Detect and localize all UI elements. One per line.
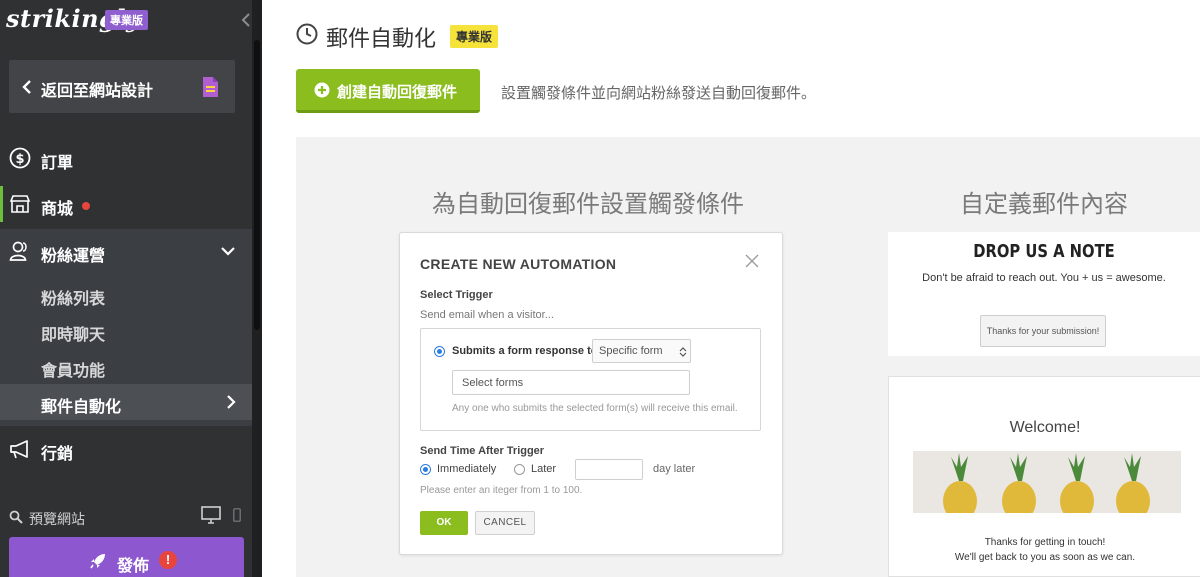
pro-badge: 專業版 bbox=[105, 10, 148, 30]
back-to-site-design-button[interactable]: 返回至網站設計 bbox=[9, 60, 235, 113]
sidebar-item-label: 粉絲運營 bbox=[41, 248, 106, 265]
publish-button[interactable]: 發佈 ! bbox=[9, 537, 244, 577]
immediately-radio[interactable] bbox=[420, 464, 431, 475]
chevron-right-icon bbox=[227, 395, 236, 409]
email-body-line-2: We'll get back to you as soon as we can. bbox=[954, 552, 1136, 563]
sidebar-subitem-label: 會員功能 bbox=[41, 363, 106, 380]
forms-hint: Any one who submits the selected form(s)… bbox=[452, 403, 738, 414]
select-forms-input[interactable] bbox=[452, 370, 690, 395]
sidebar-scrollbar[interactable] bbox=[254, 40, 260, 330]
form-type-value: Specific form bbox=[599, 345, 663, 357]
create-description: 設置觸發條件並向網站粉絲發送自動回復郵件。 bbox=[501, 85, 817, 102]
immediately-label: Immediately bbox=[437, 463, 497, 475]
create-automation-button[interactable]: 創建自動回復郵件 bbox=[296, 69, 480, 113]
chevron-down-icon bbox=[221, 247, 235, 256]
sidebar-item-label: 訂單 bbox=[41, 155, 74, 172]
email-body-line-1: Thanks for getting in touch! bbox=[984, 537, 1106, 548]
pineapple-2 bbox=[1002, 453, 1036, 513]
select-arrows-icon bbox=[679, 347, 687, 357]
form-response-radio[interactable] bbox=[434, 346, 445, 357]
sidebar-item-label: 商城 bbox=[41, 201, 74, 218]
sidebar-item-fans[interactable]: 粉絲運營 bbox=[0, 229, 252, 273]
integer-hint: Please enter an itеger from 1 to 100. bbox=[420, 485, 583, 496]
search-icon bbox=[9, 510, 23, 524]
sidebar-subitem-fan-list[interactable]: 粉絲列表 bbox=[0, 276, 252, 312]
email-preview-card: Welcome! Thanks for getting in touch! We… bbox=[888, 376, 1200, 577]
publish-label: 發佈 bbox=[117, 558, 150, 575]
pineapple-image bbox=[913, 451, 1181, 513]
dollar-circle-icon: $ bbox=[9, 147, 31, 169]
desktop-icon[interactable] bbox=[201, 506, 221, 524]
cancel-label: CANCEL bbox=[483, 517, 527, 528]
active-indicator bbox=[0, 186, 3, 222]
email-welcome-title: Welcome! bbox=[1009, 419, 1081, 436]
form-preview-card: DROP US A NOTE Don't be afraid to reach … bbox=[888, 232, 1200, 356]
mobile-icon[interactable] bbox=[233, 508, 241, 522]
sidebar-subitem-email-automation[interactable]: 郵件自動化 bbox=[0, 384, 252, 420]
submits-form-label: Submits a form response to bbox=[452, 345, 598, 357]
document-icon bbox=[203, 77, 218, 97]
sidebar-subitem-label: 粉絲列表 bbox=[41, 291, 106, 308]
store-icon bbox=[9, 195, 31, 213]
svg-text:$: $ bbox=[15, 152, 24, 167]
send-when-label: Send email when a visitor... bbox=[420, 309, 554, 321]
trigger-heading: 為自動回復郵件設置觸發條件 bbox=[432, 191, 744, 218]
notification-dot bbox=[82, 202, 90, 210]
ok-label: OK bbox=[436, 517, 452, 528]
trigger-box: Submits a form response to Specific form… bbox=[420, 328, 761, 431]
sidebar-subitem-label: 即時聊天 bbox=[41, 327, 106, 344]
clock-icon bbox=[296, 23, 318, 45]
pineapple-4 bbox=[1116, 453, 1150, 513]
create-automation-dialog: CREATE NEW AUTOMATION Select Trigger Sen… bbox=[399, 232, 783, 555]
select-trigger-label: Select Trigger bbox=[420, 289, 493, 301]
fans-group: 粉絲運營 粉絲列表 即時聊天 會員功能 郵件自動化 bbox=[0, 229, 252, 426]
form-type-select[interactable]: Specific form bbox=[592, 339, 691, 363]
preview-site-link[interactable]: 預覽網站 bbox=[0, 502, 252, 532]
day-later-label: day later bbox=[653, 463, 696, 475]
sidebar-item-orders[interactable]: $ 訂單 bbox=[0, 136, 252, 180]
sidebar-item-label: 行銷 bbox=[41, 446, 74, 463]
plus-circle-icon bbox=[314, 82, 330, 98]
preview-site-label: 預覽網站 bbox=[29, 511, 85, 527]
content-heading: 自定義郵件內容 bbox=[960, 191, 1128, 218]
create-automation-label: 創建自動回復郵件 bbox=[337, 84, 458, 101]
logo-row: strikingly 專業版 bbox=[0, 0, 252, 40]
pineapple-illustration bbox=[943, 453, 1150, 513]
card-title: DROP US A NOTE bbox=[973, 241, 1115, 262]
sidebar-item-marketing[interactable]: 行銷 bbox=[0, 427, 252, 471]
days-input[interactable] bbox=[575, 459, 643, 480]
ok-button[interactable]: OK bbox=[420, 511, 468, 535]
sidebar-item-store[interactable]: 商城 bbox=[0, 182, 252, 226]
send-time-label: Send Time After Trigger bbox=[420, 445, 545, 457]
page-title: 郵件自動化 bbox=[326, 26, 437, 51]
card-subtitle: Don't be afraid to reach out. You + us =… bbox=[922, 272, 1166, 284]
back-label: 返回至網站設計 bbox=[41, 83, 154, 100]
submission-thanks-button: Thanks for your submission! bbox=[980, 315, 1106, 347]
close-icon[interactable] bbox=[744, 253, 760, 269]
pro-badge: 專業版 bbox=[450, 25, 499, 48]
pineapple-3 bbox=[1060, 453, 1094, 513]
pineapple-1 bbox=[943, 453, 977, 513]
cancel-button[interactable]: CANCEL bbox=[475, 511, 535, 535]
rocket-icon bbox=[90, 554, 105, 569]
sidebar-subitem-live-chat[interactable]: 即時聊天 bbox=[0, 312, 252, 348]
megaphone-icon bbox=[10, 440, 28, 459]
sidebar-subitem-label: 郵件自動化 bbox=[41, 399, 122, 416]
later-radio[interactable] bbox=[514, 464, 525, 475]
sidebar: strikingly 專業版 返回至網站設計 $ 訂單 商城 粉絲運營 粉絲列表… bbox=[0, 0, 262, 577]
chevron-left-icon bbox=[22, 80, 31, 94]
later-label: Later bbox=[531, 463, 557, 475]
user-icon bbox=[9, 241, 27, 261]
dialog-title: CREATE NEW AUTOMATION bbox=[420, 256, 617, 272]
sidebar-subitem-membership[interactable]: 會員功能 bbox=[0, 348, 252, 384]
publish-warning-badge: ! bbox=[159, 551, 177, 569]
submission-thanks-label: Thanks for your submission! bbox=[986, 326, 1100, 336]
